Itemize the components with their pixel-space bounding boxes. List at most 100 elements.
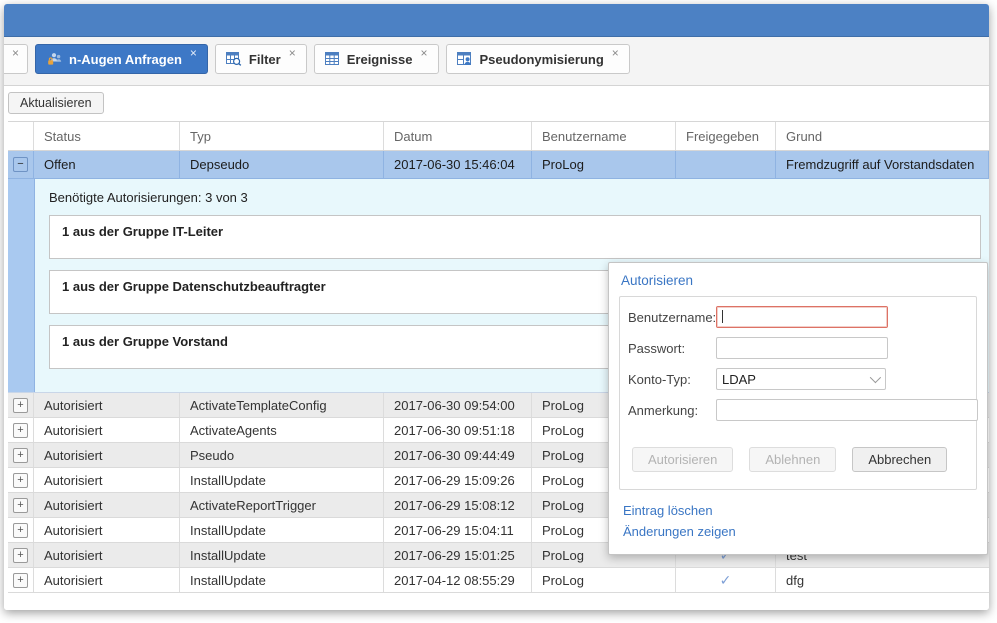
cell-typ: ActivateAgents <box>180 418 384 442</box>
refresh-button[interactable]: Aktualisieren <box>8 92 104 114</box>
cell-datum: 2017-06-29 15:08:12 <box>384 493 532 517</box>
cancel-button[interactable]: Abbrechen <box>852 447 947 472</box>
column-header-status[interactable]: Status <box>34 122 180 150</box>
close-icon[interactable]: × <box>421 47 428 59</box>
expand-row-icon[interactable]: + <box>13 523 28 538</box>
cell-typ: Depseudo <box>180 151 384 178</box>
cell-datum: 2017-06-30 09:51:18 <box>384 418 532 442</box>
cell-datum: 2017-06-30 09:44:49 <box>384 443 532 467</box>
cell-status: Autorisiert <box>34 393 180 417</box>
group-requirement-label: 1 aus der Gruppe Datenschutzbeauftragter <box>62 279 326 294</box>
tab-bar: × n-Augen Anfragen × <box>4 37 989 86</box>
expander-column-header <box>8 122 34 150</box>
dialog-title: Autorisieren <box>621 273 977 288</box>
table-grid-icon <box>325 52 340 66</box>
cell-datum: 2017-06-29 15:01:25 <box>384 543 532 567</box>
show-changes-link[interactable]: Änderungen zeigen <box>623 521 977 542</box>
close-icon[interactable]: × <box>612 47 619 59</box>
delete-entry-link[interactable]: Eintrag löschen <box>623 500 977 521</box>
tab-partial[interactable]: × <box>4 44 28 74</box>
n-augen-panel: Aktualisieren Status Typ Datum Benutzern… <box>4 86 989 610</box>
cell-datum: 2017-06-30 15:46:04 <box>384 151 532 178</box>
cell-status: Autorisiert <box>34 543 180 567</box>
tab-label: Filter <box>249 52 281 67</box>
cell-grund: dfg <box>776 568 989 592</box>
tab-label: Pseudonymisierung <box>480 52 604 67</box>
cell-status: Autorisiert <box>34 518 180 542</box>
cell-datum: 2017-04-12 08:55:29 <box>384 568 532 592</box>
close-icon[interactable]: × <box>12 47 19 59</box>
expand-row-icon[interactable]: + <box>13 573 28 588</box>
toolbar: Aktualisieren <box>4 86 989 121</box>
group-requirement-label: 1 aus der Gruppe IT-Leiter <box>62 224 223 239</box>
dialog-form-panel: Benutzername: Passwort: Konto-Typ: <box>619 296 977 490</box>
konto-typ-value: LDAP <box>722 372 756 387</box>
required-authorizations-label: Benötigte Autorisierungen: 3 von 3 <box>49 190 981 205</box>
expand-row-icon[interactable]: + <box>13 548 28 563</box>
column-header-benutzername[interactable]: Benutzername <box>532 122 676 150</box>
table-header-row: Status Typ Datum Benutzername Freigegebe… <box>8 121 989 151</box>
authorize-dialog: Autorisieren Benutzername: Passwort: <box>608 262 988 555</box>
tab-label: Ereignisse <box>347 52 413 67</box>
cell-freigegeben: ✓ <box>676 568 776 592</box>
screen: × n-Augen Anfragen × <box>0 0 997 623</box>
app-window: × n-Augen Anfragen × <box>4 4 989 610</box>
column-header-grund[interactable]: Grund <box>776 122 989 150</box>
column-header-datum[interactable]: Datum <box>384 122 532 150</box>
anmerkung-field[interactable] <box>716 399 978 421</box>
column-header-freigegeben[interactable]: Freigegeben <box>676 122 776 150</box>
chevron-down-icon <box>870 372 881 383</box>
table-person-icon <box>457 52 473 66</box>
tab-pseudonymisierung[interactable]: Pseudonymisierung × <box>446 44 630 74</box>
tab-filter[interactable]: Filter × <box>215 44 307 74</box>
cell-benutzername: ProLog <box>532 568 676 592</box>
cell-grund: Fremdzugriff auf Vorstandsdaten <box>776 151 989 178</box>
cell-typ: ActivateTemplateConfig <box>180 393 384 417</box>
cell-typ: InstallUpdate <box>180 468 384 492</box>
cell-typ: Pseudo <box>180 443 384 467</box>
benutzername-label: Benutzername: <box>628 310 716 325</box>
expand-row-icon[interactable]: + <box>13 398 28 413</box>
expand-row-icon[interactable]: + <box>13 448 28 463</box>
check-icon: ✓ <box>720 572 732 589</box>
tab-n-augen-anfragen[interactable]: n-Augen Anfragen × <box>35 44 208 74</box>
expand-row-icon[interactable]: + <box>13 498 28 513</box>
window-titlebar <box>4 4 989 37</box>
expand-row-icon[interactable]: + <box>13 423 28 438</box>
cell-status: Autorisiert <box>34 443 180 467</box>
cell-typ: InstallUpdate <box>180 543 384 567</box>
anmerkung-label: Anmerkung: <box>628 403 716 418</box>
expand-row-icon[interactable]: + <box>13 473 28 488</box>
table-row-selected[interactable]: − Offen Depseudo 2017-06-30 15:46:04 Pro… <box>8 151 989 179</box>
cell-benutzername: ProLog <box>532 151 676 178</box>
passwort-label: Passwort: <box>628 341 716 356</box>
cell-status: Autorisiert <box>34 568 180 592</box>
tab-label: n-Augen Anfragen <box>69 52 182 67</box>
reject-button[interactable]: Ablehnen <box>749 447 836 472</box>
table-search-icon <box>226 52 242 66</box>
cell-typ: InstallUpdate <box>180 568 384 592</box>
users-lock-icon <box>46 52 62 66</box>
authorization-group-box: 1 aus der Gruppe IT-Leiter <box>49 215 981 259</box>
selection-strip <box>8 179 35 392</box>
close-icon[interactable]: × <box>190 47 197 59</box>
column-header-typ[interactable]: Typ <box>180 122 384 150</box>
cell-typ: InstallUpdate <box>180 518 384 542</box>
benutzername-field[interactable] <box>716 306 888 328</box>
cell-status: Autorisiert <box>34 468 180 492</box>
cell-status: Autorisiert <box>34 493 180 517</box>
konto-typ-select[interactable]: LDAP <box>716 368 886 390</box>
cell-status: Autorisiert <box>34 418 180 442</box>
cell-datum: 2017-06-30 09:54:00 <box>384 393 532 417</box>
cell-datum: 2017-06-29 15:09:26 <box>384 468 532 492</box>
text-caret <box>722 310 723 323</box>
passwort-field[interactable] <box>716 337 888 359</box>
tab-ereignisse[interactable]: Ereignisse × <box>314 44 439 74</box>
group-requirement-label: 1 aus der Gruppe Vorstand <box>62 334 228 349</box>
collapse-row-icon[interactable]: − <box>13 157 28 172</box>
table-row[interactable]: + Autorisiert InstallUpdate 2017-04-12 0… <box>8 568 989 593</box>
cell-typ: ActivateReportTrigger <box>180 493 384 517</box>
konto-typ-label: Konto-Typ: <box>628 372 716 387</box>
close-icon[interactable]: × <box>289 47 296 59</box>
authorize-button[interactable]: Autorisieren <box>632 447 733 472</box>
